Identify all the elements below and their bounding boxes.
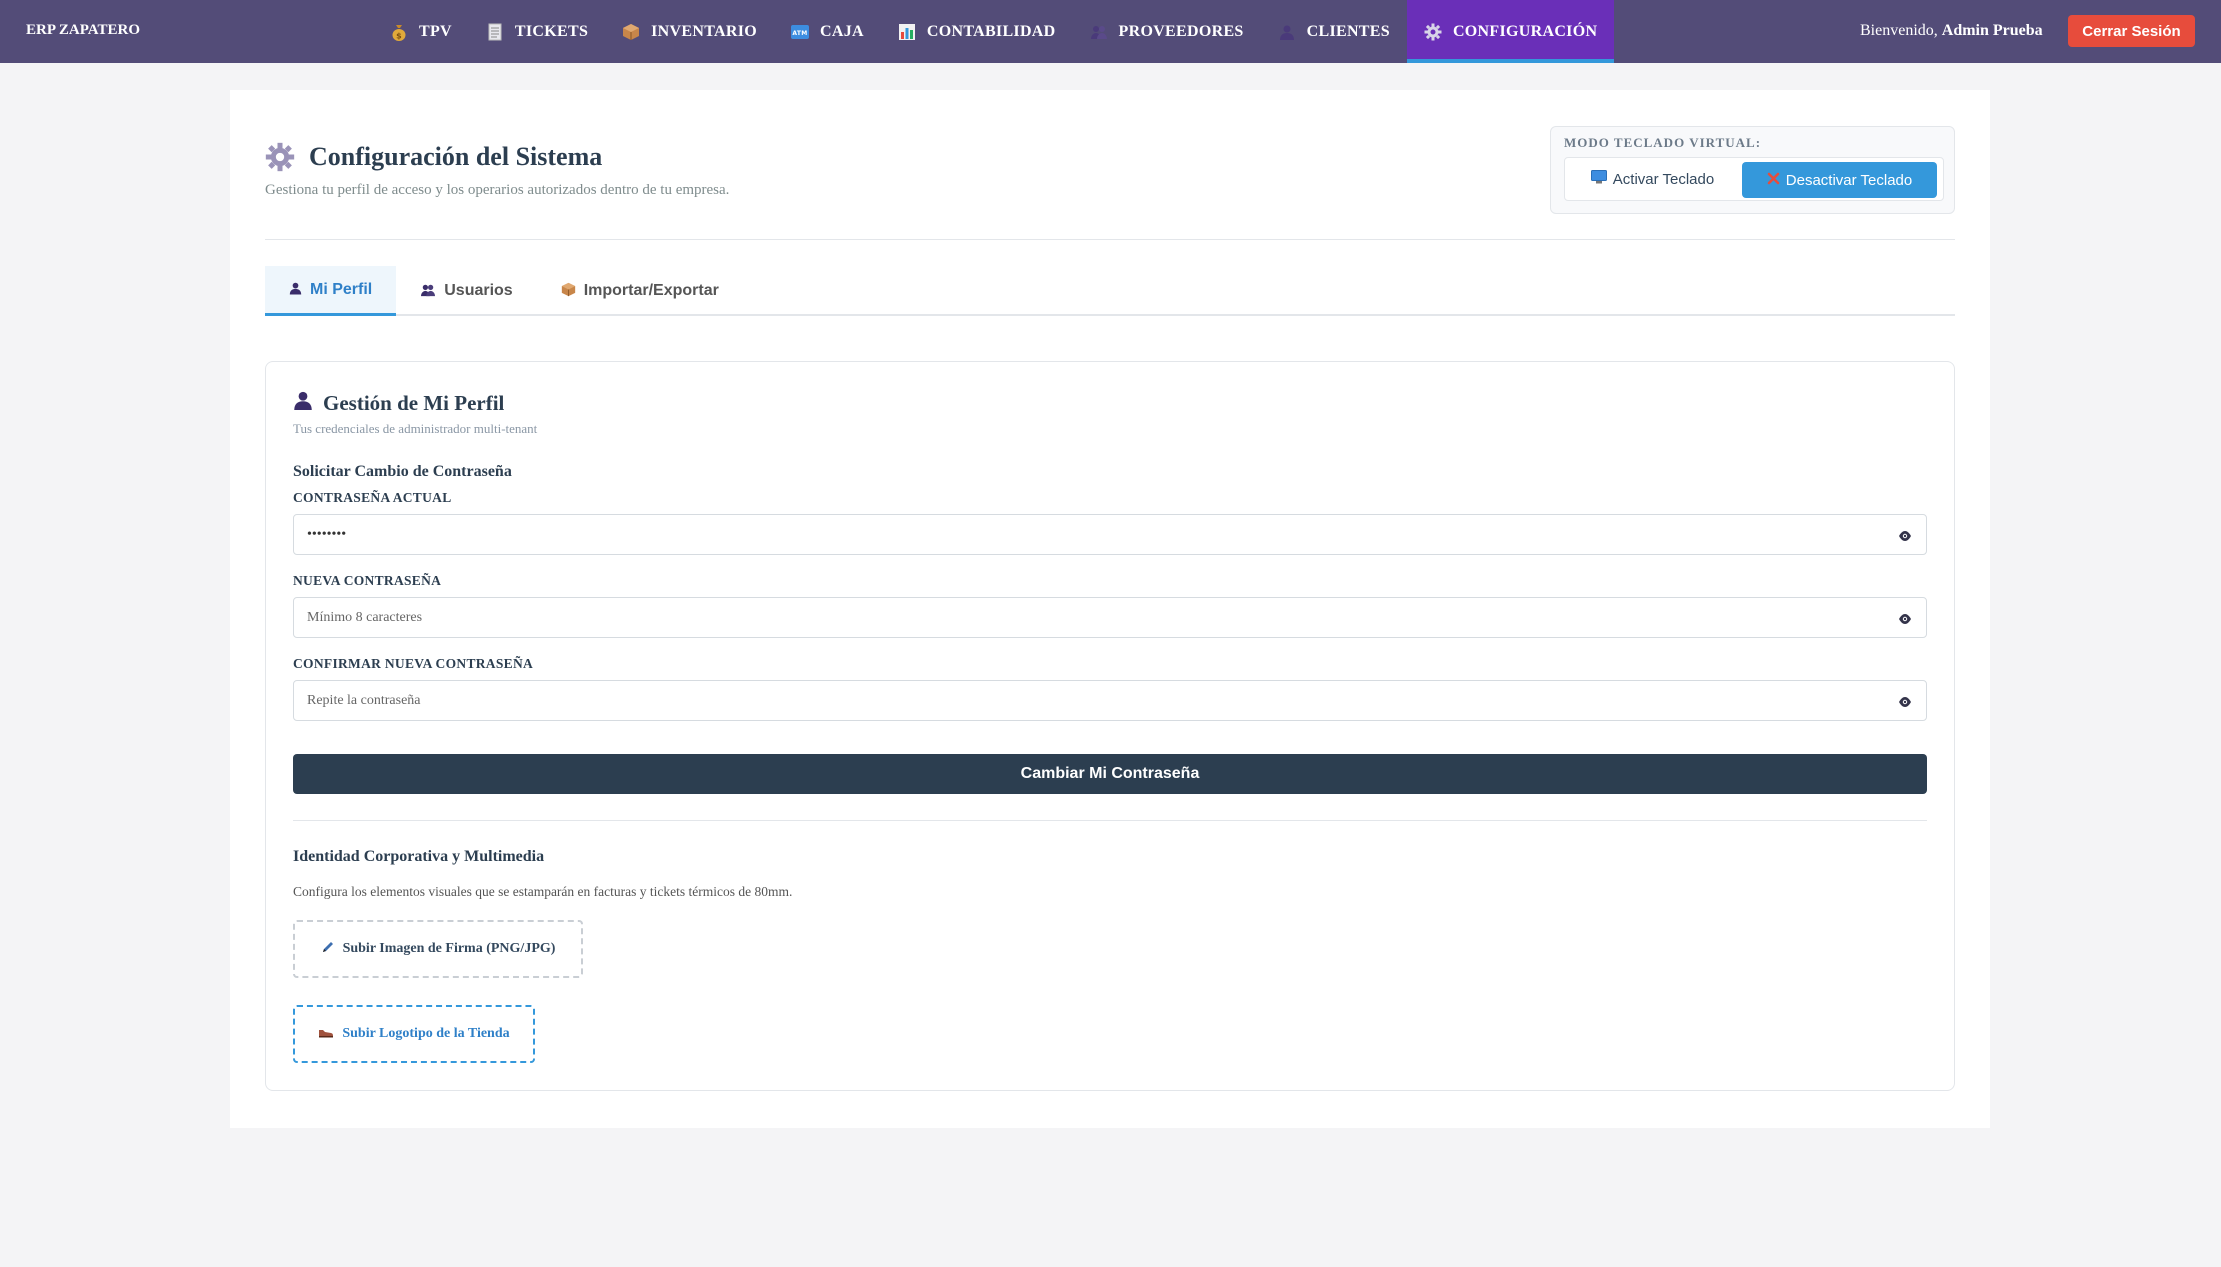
user-icon — [1278, 23, 1296, 41]
user-name: Admin Prueba — [1941, 22, 2043, 39]
nav-item-tickets[interactable]: TICKETS — [469, 0, 605, 63]
users-icon — [1090, 23, 1108, 41]
tab-usuarios[interactable]: Usuarios — [396, 266, 536, 316]
nav-label: CONFIGURACIÓN — [1452, 22, 1598, 40]
nav-item-proveedores[interactable]: PROVEEDORES — [1073, 0, 1261, 63]
nav-item-contabilidad[interactable]: CONTABILIDAD — [881, 0, 1073, 63]
upload-signature-label: Subir Imagen de Firma (PNG/JPG) — [342, 941, 556, 956]
main-nav: $ TPV TICKETS INVENTARIO ATM CAJA CONTAB… — [373, 0, 1615, 63]
nav-label: TPV — [419, 22, 452, 40]
confirm-password-label: CONFIRMAR NUEVA CONTRASEÑA — [293, 656, 534, 671]
main-card: Configuración del Sistema Gestiona tu pe… — [230, 90, 1990, 1128]
nav-item-clientes[interactable]: CLIENTES — [1261, 0, 1407, 63]
profile-panel-header: Gestión de Mi Perfil — [293, 390, 504, 416]
deactivate-keyboard-label: Desactivar Teclado — [1785, 171, 1913, 189]
confirm-password-input[interactable] — [307, 681, 1887, 720]
current-password-field — [293, 514, 1927, 555]
eye-icon[interactable] — [1898, 612, 1912, 624]
welcome-prefix: Bienvenido, — [1860, 22, 1938, 39]
nav-label: CAJA — [819, 22, 864, 40]
change-password-button[interactable]: Cambiar Mi Contraseña — [293, 754, 1927, 794]
tab-importar-exportar[interactable]: Importar/Exportar — [537, 266, 743, 316]
page-subtitle: Gestiona tu perfil de acceso y los opera… — [265, 182, 730, 198]
logout-button[interactable]: Cerrar Sesión — [2068, 15, 2195, 47]
profile-panel-title: Gestión de Mi Perfil — [323, 390, 505, 415]
nav-item-tpv[interactable]: $ TPV — [373, 0, 469, 63]
new-password-field — [293, 597, 1927, 638]
bar-chart-icon — [898, 23, 916, 41]
nav-label: PROVEEDORES — [1118, 22, 1244, 40]
upload-signature-button[interactable]: Subir Imagen de Firma (PNG/JPG) — [293, 920, 583, 978]
keyboard-toggle-group: Activar Teclado Desactivar Teclado — [1564, 157, 1944, 201]
shoe-icon — [318, 1026, 334, 1043]
tab-label: Importar/Exportar — [583, 282, 719, 299]
new-password-input[interactable] — [307, 598, 1887, 637]
money-bag-icon: $ — [390, 23, 408, 41]
page-title: Configuración del Sistema — [309, 142, 603, 171]
divider — [293, 820, 1927, 821]
top-navbar: ERP ZAPATERO $ TPV TICKETS INVENTARIO AT… — [0, 0, 2221, 63]
close-icon — [1767, 172, 1780, 189]
gear-icon — [265, 142, 295, 172]
user-icon — [289, 281, 302, 298]
tab-mi-perfil[interactable]: Mi Perfil — [265, 266, 397, 316]
users-icon — [420, 283, 436, 300]
new-password-label: NUEVA CONTRASEÑA — [293, 573, 442, 588]
tab-label: Usuarios — [444, 282, 513, 299]
nav-label: CLIENTES — [1306, 22, 1390, 40]
box-icon — [622, 23, 640, 41]
svg-text:$: $ — [396, 31, 402, 40]
profile-panel: Gestión de Mi Perfil Tus credenciales de… — [265, 361, 1955, 1091]
upload-logo-button[interactable]: Subir Logotipo de la Tienda — [293, 1005, 535, 1063]
receipt-icon — [486, 23, 504, 41]
pen-icon — [321, 940, 335, 959]
nav-item-caja[interactable]: ATM CAJA — [774, 0, 881, 63]
nav-item-inventario[interactable]: INVENTARIO — [605, 0, 774, 63]
app-brand[interactable]: ERP ZAPATERO — [26, 22, 140, 39]
keyboard-mode-label: MODO TECLADO VIRTUAL: — [1564, 135, 1762, 150]
deactivate-keyboard-button[interactable]: Desactivar Teclado — [1742, 162, 1937, 198]
virtual-keyboard-panel: MODO TECLADO VIRTUAL: Activar Teclado De… — [1550, 126, 1955, 214]
monitor-icon — [1590, 170, 1607, 188]
atm-icon: ATM — [790, 23, 809, 41]
current-password-input[interactable] — [307, 515, 1887, 554]
identity-description: Configura los elementos visuales que se … — [293, 884, 793, 899]
upload-logo-label: Subir Logotipo de la Tienda — [342, 1026, 510, 1041]
password-section-title: Solicitar Cambio de Contraseña — [293, 463, 512, 480]
activate-keyboard-button[interactable]: Activar Teclado — [1565, 158, 1740, 200]
config-tabs: Mi Perfil Usuarios Importar/Exportar — [265, 266, 1955, 316]
current-password-label: CONTRASEÑA ACTUAL — [293, 490, 452, 505]
welcome-text: Bienvenido, Admin Prueba — [1860, 22, 2043, 40]
nav-label: INVENTARIO — [651, 22, 757, 40]
gear-icon — [1424, 23, 1442, 41]
nav-item-configuracion[interactable]: CONFIGURACIÓN — [1406, 0, 1615, 63]
page-header: Configuración del Sistema — [265, 142, 602, 172]
svg-text:ATM: ATM — [792, 30, 807, 37]
activate-keyboard-label: Activar Teclado — [1612, 170, 1715, 188]
confirm-password-field — [293, 680, 1927, 721]
nav-label: CONTABILIDAD — [926, 22, 1056, 40]
profile-panel-subtitle: Tus credenciales de administrador multi-… — [293, 421, 538, 436]
user-icon — [293, 390, 313, 416]
identity-section-title: Identidad Corporativa y Multimedia — [293, 848, 545, 865]
eye-icon[interactable] — [1898, 529, 1912, 541]
box-icon — [561, 282, 576, 300]
nav-label: TICKETS — [514, 22, 589, 40]
eye-icon[interactable] — [1898, 695, 1912, 707]
divider — [265, 239, 1955, 240]
tab-label: Mi Perfil — [310, 280, 373, 298]
